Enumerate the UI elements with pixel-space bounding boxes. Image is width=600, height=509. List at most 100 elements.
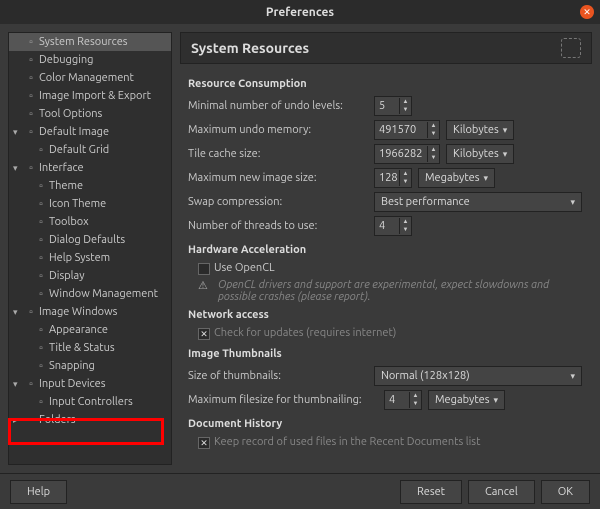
sidebar-item-label: Input Controllers [49,396,133,408]
tile-cache-spinner[interactable]: 1966282▲▼ [374,144,440,164]
sidebar-item-help-system[interactable]: ▫Help System [9,249,171,267]
chevron-down-icon: ▾ [503,125,508,136]
chevron-down-icon: ▾ [570,197,575,208]
undo-memory-spinner[interactable]: 491570▲▼ [374,120,440,140]
sidebar-item-dialog-defaults[interactable]: ▫Dialog Defaults [9,231,171,249]
sidebar-item-label: Dialog Defaults [49,234,125,246]
sidebar-item-label: System Resources [39,36,128,48]
cancel-button[interactable]: Cancel [468,480,535,504]
import-icon: ▫ [23,89,39,103]
undo-levels-label: Minimal number of undo levels: [188,100,368,112]
keep-record-label: Keep record of used files in the Recent … [214,436,480,448]
sidebar-item-image-windows[interactable]: ▾▫Image Windows [9,303,171,321]
chevron-down-icon: ▾ [503,149,508,160]
sidebar-item-interface[interactable]: ▾▫Interface [9,159,171,177]
toolbox-icon: ▫ [33,215,49,229]
sidebar-item-label: Icon Theme [49,198,106,210]
section-resource-consumption: Resource Consumption [188,78,590,90]
sidebar-item-debugging[interactable]: ▫Debugging [9,51,171,69]
chip-icon [561,38,581,58]
thumbnail-maxfs-spinner[interactable]: 4▲▼ [384,390,422,410]
threads-spinner[interactable]: 4▲▼ [374,216,412,236]
thumbnail-size-combo[interactable]: Normal (128x128)▾ [374,366,582,386]
sidebar-item-label: Interface [39,162,84,174]
sidebar-item-theme[interactable]: ▫Theme [9,177,171,195]
expander-icon: ▸ [13,415,23,426]
keep-record-checkbox[interactable] [198,437,210,449]
opencl-hint: ⚠ OpenCL drivers and support are experim… [188,279,590,303]
sidebar-item-label: Title & Status [49,342,115,354]
chip-icon: ▫ [23,35,39,49]
window-title: Preferences [266,6,334,19]
new-image-unit-combo[interactable]: Megabytes▾ [418,168,495,188]
reset-button[interactable]: Reset [400,480,462,504]
panel-header: System Resources [180,32,592,64]
snap-icon: ▫ [33,359,49,373]
tile-cache-label: Tile cache size: [188,148,368,160]
page-title: System Resources [191,40,309,56]
sidebar-item-image-import-export[interactable]: ▫Image Import & Export [9,87,171,105]
bug-icon: ▫ [23,53,39,67]
close-icon[interactable]: ✕ [580,5,594,19]
check-updates-checkbox[interactable] [198,328,210,340]
title-icon: ▫ [33,341,49,355]
dialog-icon: ▫ [33,233,49,247]
expander-icon: ▾ [13,307,23,318]
sidebar-item-color-management[interactable]: ▫Color Management [9,69,171,87]
undo-levels-spinner[interactable]: 5▲▼ [374,96,412,116]
sidebar-item-label: Window Management [49,288,158,300]
color-icon: ▫ [23,71,39,85]
sidebar-item-default-grid[interactable]: ▫Default Grid [9,141,171,159]
section-image-thumbnails: Image Thumbnails [188,348,590,360]
thumbnail-size-label: Size of thumbnails: [188,370,368,382]
new-image-size-spinner[interactable]: 128▲▼ [374,168,412,188]
section-document-history: Document History [188,418,590,430]
tool-icon: ▫ [23,107,39,121]
sidebar-item-label: Tool Options [39,108,102,120]
sidebar-item-window-management[interactable]: ▫Window Management [9,285,171,303]
sidebar-item-snapping[interactable]: ▫Snapping [9,357,171,375]
sidebar-item-display[interactable]: ▫Display [9,267,171,285]
tile-cache-unit-combo[interactable]: Kilobytes▾ [446,144,514,164]
folder-icon: ▫ [23,413,39,427]
sidebar-item-label: Image Import & Export [39,90,151,102]
input-icon: ▫ [23,377,39,391]
sidebar-item-label: Image Windows [39,306,117,318]
titlebar: Preferences ✕ [0,0,600,24]
check-updates-label: Check for updates (requires internet) [214,327,396,339]
sidebar-item-input-devices[interactable]: ▾▫Input Devices [9,375,171,393]
sidebar-item-label: Snapping [49,360,95,372]
sidebar-item-system-resources[interactable]: ▫System Resources [9,33,171,51]
thumbnail-maxfs-unit-combo[interactable]: Megabytes▾ [428,390,505,410]
section-network-access: Network access [188,309,590,321]
new-image-size-label: Maximum new image size: [188,172,368,184]
theme-icon: ▫ [33,179,49,193]
sidebar-item-tool-options[interactable]: ▫Tool Options [9,105,171,123]
sidebar-item-toolbox[interactable]: ▫Toolbox [9,213,171,231]
swap-compression-combo[interactable]: Best performance▾ [374,192,582,212]
use-opencl-checkbox[interactable] [198,263,210,275]
sidebar-item-label: Toolbox [49,216,89,228]
warning-icon: ⚠ [198,279,212,293]
chevron-down-icon: ▾ [493,395,498,406]
help-button[interactable]: Help [10,480,67,504]
threads-label: Number of threads to use: [188,220,368,232]
chevron-down-icon: ▾ [570,371,575,382]
window-icon: ▫ [33,287,49,301]
sidebar-item-folders[interactable]: ▸▫Folders [9,411,171,429]
ok-button[interactable]: OK [541,480,590,504]
undo-memory-label: Maximum undo memory: [188,124,368,136]
display-icon: ▫ [33,269,49,283]
sidebar-item-label: Appearance [49,324,108,336]
sidebar-item-label: Color Management [39,72,134,84]
sidebar-item-default-image[interactable]: ▾▫Default Image [9,123,171,141]
sidebar-item-input-controllers[interactable]: ▫Input Controllers [9,393,171,411]
expander-icon: ▾ [13,127,23,138]
undo-memory-unit-combo[interactable]: Kilobytes▾ [446,120,514,140]
sidebar-item-label: Default Grid [49,144,109,156]
imgwin-icon: ▫ [23,305,39,319]
sidebar-item-title-status[interactable]: ▫Title & Status [9,339,171,357]
section-hardware-acceleration: Hardware Acceleration [188,244,590,256]
sidebar-item-icon-theme[interactable]: ▫Icon Theme [9,195,171,213]
sidebar-item-appearance[interactable]: ▫Appearance [9,321,171,339]
